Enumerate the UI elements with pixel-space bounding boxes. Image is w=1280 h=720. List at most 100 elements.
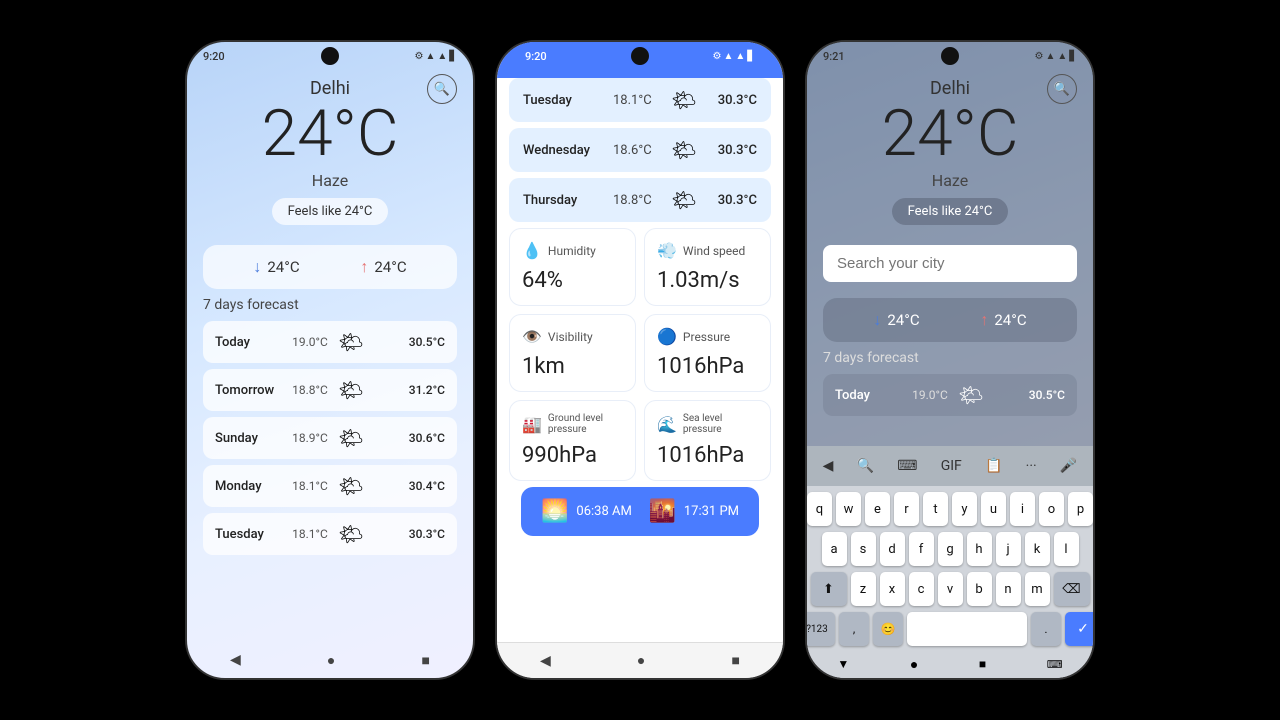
- key-backspace[interactable]: ⌫: [1054, 572, 1090, 606]
- battery-icon-2: ▋: [747, 51, 755, 62]
- sea-pressure-card: 🌊 Sea level pressure 1016hPa: [644, 400, 771, 481]
- p2-high-thu: 30.3°C: [700, 193, 757, 208]
- sea-pressure-header: 🌊 Sea level pressure: [657, 413, 758, 435]
- key-num[interactable]: ?123: [805, 612, 835, 646]
- key-l[interactable]: l: [1054, 532, 1079, 566]
- key-q[interactable]: q: [807, 492, 832, 526]
- home-btn-2[interactable]: ●: [637, 652, 645, 669]
- kb-mic-toolbar-btn[interactable]: 🎤: [1054, 454, 1083, 478]
- key-emoji[interactable]: 😊: [873, 612, 903, 646]
- key-x[interactable]: x: [880, 572, 905, 606]
- key-shift[interactable]: ⬆: [811, 572, 847, 606]
- status-icons-2: ⚙ ▲ ▲ ▋: [713, 51, 755, 62]
- sunrise-value: 06:38 AM: [576, 504, 631, 519]
- search-button-3[interactable]: 🔍: [1047, 74, 1077, 104]
- kb-bottom-home[interactable]: ●: [910, 656, 918, 673]
- humidity-label: Humidity: [548, 244, 596, 258]
- key-m[interactable]: m: [1025, 572, 1050, 606]
- kb-clipboard-btn[interactable]: 📋: [979, 454, 1008, 478]
- recent-btn-2[interactable]: ■: [731, 652, 739, 669]
- nav-bar-1: ◀ ● ■: [187, 642, 473, 678]
- key-comma[interactable]: ,: [839, 612, 869, 646]
- key-b[interactable]: b: [967, 572, 992, 606]
- low-today-3: 19.0°C: [905, 388, 955, 402]
- camera-notch-1: [321, 47, 339, 65]
- key-enter[interactable]: ✓: [1065, 612, 1095, 646]
- day-tomorrow: Tomorrow: [215, 383, 285, 398]
- forecast-row-today: Today 19.0°C 🌤 30.5°C: [203, 321, 457, 363]
- p2-low-thu: 18.8°C: [613, 193, 668, 208]
- key-n[interactable]: n: [996, 572, 1021, 606]
- kb-gif-btn[interactable]: GIF: [935, 454, 968, 478]
- pressure-icon: 🔵: [657, 327, 677, 346]
- key-i[interactable]: i: [1010, 492, 1035, 526]
- max-temp-3: ↑ 24°C: [980, 310, 1026, 330]
- condition-3: Haze: [932, 171, 968, 190]
- kb-bottom-bar: ▼ ● ■ ⌨: [807, 650, 1093, 678]
- key-o[interactable]: o: [1039, 492, 1064, 526]
- p2-row-thu: Thursday 18.8°C 🌤 30.3°C: [509, 178, 771, 222]
- ground-pressure-card: 🏭 Ground level pressure 990hPa: [509, 400, 636, 481]
- key-period[interactable]: .: [1031, 612, 1061, 646]
- key-w[interactable]: w: [836, 492, 861, 526]
- max-value-3: 24°C: [994, 311, 1026, 329]
- key-space[interactable]: [907, 612, 1027, 646]
- p2-icon-thu: 🌤: [668, 188, 700, 212]
- kb-bottom-recent[interactable]: ■: [979, 657, 986, 671]
- status-icons-3: ⚙ ▲ ▲ ▋: [1035, 51, 1077, 62]
- visibility-label: Visibility: [548, 330, 593, 344]
- feels-like-1: Feels like 24°C: [272, 198, 389, 225]
- high-sunday: 30.6°C: [367, 431, 445, 445]
- icon-tomorrow: 🌤: [335, 378, 367, 402]
- home-btn-1[interactable]: ●: [327, 652, 335, 669]
- kb-back-btn[interactable]: ◀: [817, 454, 840, 478]
- back-btn-1[interactable]: ◀: [230, 652, 241, 668]
- pressure-label: Pressure: [683, 330, 730, 344]
- key-c[interactable]: c: [909, 572, 934, 606]
- kb-bottom-keyboard[interactable]: ⌨: [1047, 658, 1063, 671]
- key-v[interactable]: v: [938, 572, 963, 606]
- kb-keyboard-btn[interactable]: ⌨: [891, 454, 923, 478]
- forecast-section-3: 7 days forecast Today 19.0°C 🌤 30.5°C: [807, 350, 1093, 426]
- search-button-1[interactable]: 🔍: [427, 74, 457, 104]
- kb-search-btn[interactable]: 🔍: [851, 454, 880, 478]
- high-tuesday-1: 30.3°C: [367, 527, 445, 541]
- city-row-1: Delhi 🔍: [203, 78, 457, 99]
- recent-btn-1[interactable]: ■: [421, 652, 429, 669]
- key-k[interactable]: k: [1025, 532, 1050, 566]
- wind-label: Wind speed: [683, 244, 745, 258]
- min-temp-3: ↓ 24°C: [873, 310, 919, 330]
- key-r[interactable]: r: [894, 492, 919, 526]
- time-1: 9:20: [203, 50, 225, 63]
- key-h[interactable]: h: [967, 532, 992, 566]
- key-s[interactable]: s: [851, 532, 876, 566]
- time-3: 9:21: [823, 50, 845, 63]
- key-t[interactable]: t: [923, 492, 948, 526]
- content-1: Delhi 🔍 24°C Haze Feels like 24°C ↓ 24°C…: [187, 70, 473, 642]
- ground-pressure-label: Ground level pressure: [548, 413, 623, 435]
- back-btn-2[interactable]: ◀: [540, 653, 551, 669]
- key-p[interactable]: p: [1068, 492, 1093, 526]
- kb-more-btn[interactable]: ···: [1020, 454, 1043, 478]
- low-tuesday-1: 18.1°C: [285, 527, 335, 541]
- wind-value: 1.03m/s: [657, 268, 758, 293]
- key-d[interactable]: d: [880, 532, 905, 566]
- key-a[interactable]: a: [822, 532, 847, 566]
- humidity-value: 64%: [522, 268, 623, 293]
- keyboard-toolbar: ◀ 🔍 ⌨ GIF 📋 ··· 🎤: [807, 446, 1093, 486]
- key-j[interactable]: j: [996, 532, 1021, 566]
- high-tomorrow: 31.2°C: [367, 383, 445, 397]
- signal-icon-2: ▲: [723, 51, 733, 62]
- key-y[interactable]: y: [952, 492, 977, 526]
- visibility-card: 👁️ Visibility 1km: [509, 314, 636, 392]
- key-g[interactable]: g: [938, 532, 963, 566]
- search-input[interactable]: [823, 245, 1077, 282]
- p2-day-thu: Thursday: [523, 193, 613, 208]
- key-f[interactable]: f: [909, 532, 934, 566]
- nav-bar-2: ◀ ● ■: [497, 642, 783, 678]
- key-e[interactable]: e: [865, 492, 890, 526]
- temperature-3: 24°C: [882, 99, 1019, 169]
- key-z[interactable]: z: [851, 572, 876, 606]
- key-u[interactable]: u: [981, 492, 1006, 526]
- kb-bottom-down[interactable]: ▼: [837, 657, 849, 671]
